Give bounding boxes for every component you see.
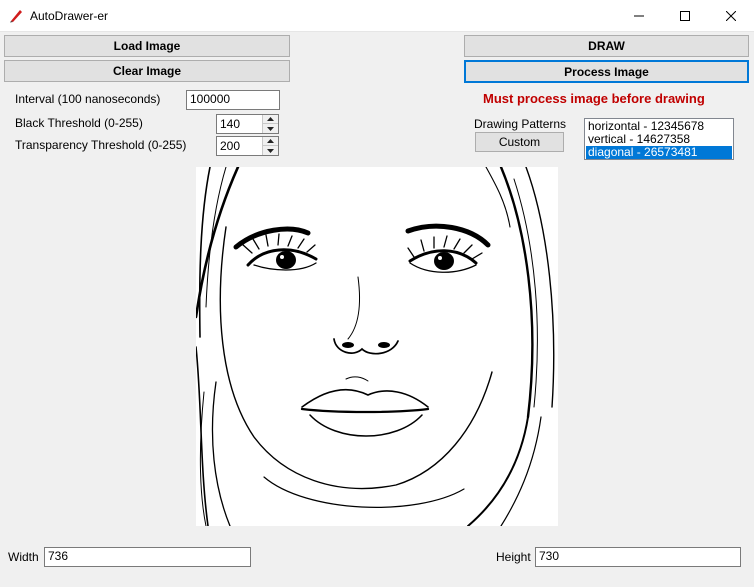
pattern-list-item-selected[interactable]: diagonal - 26573481 <box>586 146 732 159</box>
app-pen-icon <box>10 10 22 23</box>
black-threshold-spin <box>262 115 278 133</box>
black-threshold-stepper[interactable]: 140 <box>216 114 279 134</box>
image-preview <box>196 167 558 526</box>
maximize-icon <box>680 10 690 21</box>
minimize-icon <box>634 15 644 16</box>
transparency-threshold-label: Transparency Threshold (0-255) <box>15 138 187 152</box>
black-threshold-down-button[interactable] <box>263 124 278 133</box>
transparency-threshold-down-button[interactable] <box>263 146 278 155</box>
close-button[interactable] <box>708 0 754 31</box>
minimize-button[interactable] <box>616 0 662 31</box>
interval-input[interactable]: 100000 <box>186 90 280 110</box>
patterns-listbox[interactable]: horizontal - 12345678 vertical - 1462735… <box>584 118 734 160</box>
transparency-threshold-stepper[interactable]: 200 <box>216 136 279 156</box>
title-separator <box>0 31 754 32</box>
width-label: Width <box>8 550 39 564</box>
height-input[interactable]: 730 <box>535 547 741 567</box>
process-image-button[interactable]: Process Image <box>464 60 749 83</box>
maximize-button[interactable] <box>662 0 708 31</box>
interval-label: Interval (100 nanoseconds) <box>15 92 161 106</box>
spin-down-icon <box>267 126 274 131</box>
black-threshold-up-button[interactable] <box>263 115 278 124</box>
process-warning: Must process image before drawing <box>483 91 705 106</box>
window-title: AutoDrawer-er <box>30 9 109 23</box>
width-input[interactable]: 736 <box>44 547 251 567</box>
transparency-threshold-value: 200 <box>220 139 241 153</box>
load-image-button[interactable]: Load Image <box>4 35 290 57</box>
sketch-face-image <box>196 167 558 526</box>
height-label: Height <box>496 550 531 564</box>
spin-up-icon <box>267 139 274 143</box>
transparency-threshold-spin <box>262 137 278 155</box>
custom-pattern-button[interactable]: Custom <box>475 132 564 152</box>
clear-image-button[interactable]: Clear Image <box>4 60 290 82</box>
spin-down-icon <box>267 148 274 153</box>
close-icon <box>726 10 736 21</box>
spin-up-icon <box>267 117 274 121</box>
transparency-threshold-up-button[interactable] <box>263 137 278 146</box>
black-threshold-value: 140 <box>220 117 241 131</box>
black-threshold-label: Black Threshold (0-255) <box>15 116 143 130</box>
draw-button[interactable]: DRAW <box>464 35 749 57</box>
drawing-patterns-label: Drawing Patterns <box>474 117 567 131</box>
